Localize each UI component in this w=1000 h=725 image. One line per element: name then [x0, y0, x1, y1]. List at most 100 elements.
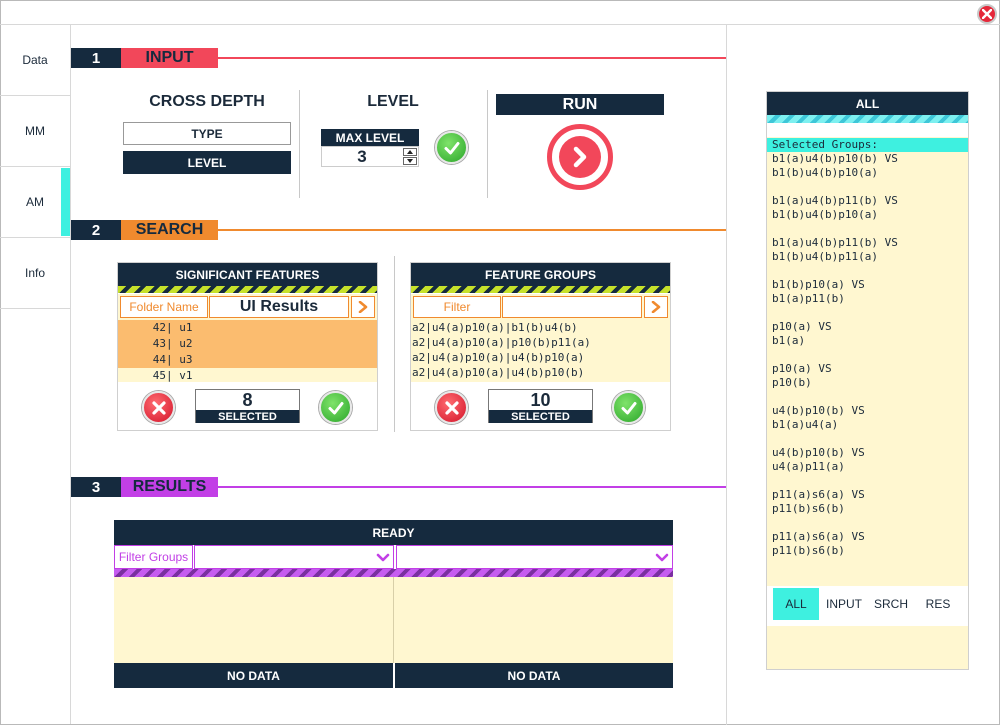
- log-entry: u4(b)p10(b) VS u4(a)p11(a): [772, 446, 967, 474]
- significant-features-panel: SIGNIFICANT FEATURES Folder Name UI Resu…: [117, 262, 378, 431]
- selected-counter: 8 SELECTED: [195, 389, 300, 423]
- max-level-label: MAX LEVEL: [321, 129, 419, 146]
- log-line: p10(a) VS: [772, 320, 832, 333]
- log-line: b1(b)u4(b)p11(a): [772, 250, 878, 263]
- section-search-header: 2 SEARCH: [71, 220, 726, 240]
- log-line: p11(a)s6(a) VS: [772, 530, 865, 543]
- feature-list[interactable]: 42| u1 43| u2 44| u3 45| v1: [118, 320, 377, 382]
- list-item[interactable]: a2|u4(a)p10(a)|u4(b)p10(a): [411, 350, 670, 365]
- confirm-level-button[interactable]: [435, 131, 468, 164]
- type-option[interactable]: TYPE: [123, 122, 291, 145]
- log-line: p11(b)s6(b): [772, 544, 845, 557]
- log-line: b1(a): [772, 334, 806, 347]
- sidebar-tab-label: Info: [24, 266, 45, 280]
- log-tab-all[interactable]: ALL: [773, 588, 819, 620]
- list-item[interactable]: 44| u3: [118, 352, 377, 368]
- no-data-right: NO DATA: [395, 663, 673, 688]
- log-line: p11(a)s6(a) VS: [772, 488, 865, 501]
- sidebar-tab-am[interactable]: AM: [0, 167, 70, 238]
- row-name: v1: [179, 369, 193, 382]
- max-level-stepper[interactable]: 3: [321, 146, 419, 167]
- results-area-left: [114, 577, 394, 663]
- filter-groups-select-left[interactable]: [194, 545, 394, 569]
- log-entry: b1(a)u4(b)p11(b) VS b1(b)u4(b)p10(a): [772, 194, 967, 222]
- log-line: b1(a)p11(b): [772, 292, 845, 305]
- log-line: u4(b)p10(b) VS: [772, 404, 865, 417]
- row-sep: |: [166, 337, 180, 350]
- clear-features-button[interactable]: [142, 391, 175, 424]
- check-icon: [328, 401, 343, 414]
- list-item[interactable]: a2|u4(a)p10(a)|b1(b)u4(b): [411, 320, 670, 335]
- log-tabs: ALL INPUT SRCH RES: [767, 586, 968, 626]
- row-number: 42: [152, 321, 166, 334]
- list-item[interactable]: 42| u1: [118, 320, 377, 336]
- section-number: 2: [71, 220, 121, 240]
- run-inner: [559, 136, 601, 178]
- log-entry: b1(a)u4(b)p10(b) VS b1(b)u4(b)p10(a): [772, 152, 967, 180]
- log-line: b1(a)u4(b)p11(b) VS: [772, 194, 898, 207]
- group-list[interactable]: a2|u4(a)p10(a)|b1(b)u4(b) a2|u4(a)p10(a)…: [411, 320, 670, 382]
- log-gap: [767, 123, 968, 137]
- log-tab-res[interactable]: RES: [915, 588, 961, 620]
- filter-groups-select-right[interactable]: [396, 545, 673, 569]
- panel-stripe: [118, 286, 377, 293]
- log-tab-srch[interactable]: SRCH: [868, 588, 914, 620]
- row-name: u3: [179, 353, 193, 366]
- sidebar-tab-info[interactable]: Info: [0, 238, 70, 309]
- filter-go-button[interactable]: [644, 296, 668, 318]
- active-tab-indicator: [61, 168, 70, 236]
- section-rule: [218, 57, 726, 59]
- log-line: b1(a)u4(a): [772, 418, 839, 431]
- chevron-right-icon: [573, 146, 587, 168]
- input-divider: [299, 90, 300, 198]
- sidebar-tab-label: MM: [25, 124, 45, 138]
- log-line: p10(b): [772, 376, 812, 389]
- log-entry: p10(a) VS p10(b): [772, 362, 967, 390]
- x-icon: [444, 400, 459, 415]
- confirm-features-button[interactable]: [319, 391, 352, 424]
- folder-go-button[interactable]: [351, 296, 375, 318]
- folder-name-input[interactable]: UI Results: [209, 296, 349, 318]
- list-item[interactable]: 43| u2: [118, 336, 377, 352]
- row-sep: |: [166, 369, 180, 382]
- panel-stripe: [411, 286, 670, 293]
- sidebar-tab-mm[interactable]: MM: [0, 96, 70, 167]
- chevron-right-icon: [651, 301, 661, 313]
- run-divider: [487, 90, 488, 198]
- level-option[interactable]: LEVEL: [123, 151, 291, 174]
- panel-title: SIGNIFICANT FEATURES: [118, 263, 377, 286]
- list-item[interactable]: a2|u4(a)p10(a)|p10(b)p11(a): [411, 335, 670, 350]
- stepper-down[interactable]: [403, 157, 417, 165]
- stepper-up[interactable]: [403, 148, 417, 156]
- folder-name-label: Folder Name: [120, 296, 208, 318]
- close-button[interactable]: [977, 4, 997, 24]
- list-item[interactable]: 45| v1: [118, 368, 377, 382]
- folder-row: Folder Name UI Results: [118, 294, 377, 320]
- close-icon: [982, 9, 992, 19]
- sidebar-tab-data[interactable]: Data: [0, 25, 70, 96]
- section-results-header: 3 RESULTS: [71, 477, 726, 497]
- sidebar-tab-label: Data: [22, 53, 48, 67]
- log-entry: b1(b)p10(a) VS b1(a)p11(b): [772, 278, 967, 306]
- log-line: b1(a)u4(b)p11(b) VS: [772, 236, 898, 249]
- list-item[interactable]: a2|u4(a)p10(a)|u4(b)p10(b): [411, 365, 670, 380]
- log-entry: p10(a) VS b1(a): [772, 320, 967, 348]
- log-tab-input[interactable]: INPUT: [821, 588, 867, 620]
- stepper-up-icon: [407, 150, 413, 154]
- row-number: 45: [152, 369, 166, 382]
- run-button[interactable]: [547, 124, 613, 190]
- main-divider: [726, 25, 727, 725]
- results-panel: READY Filter Groups NO DATA NO DATA: [114, 520, 673, 688]
- sidebar: Data MM AM Info: [0, 25, 71, 724]
- chevron-down-icon: [376, 553, 390, 562]
- confirm-groups-button[interactable]: [612, 391, 645, 424]
- panel-title: FEATURE GROUPS: [411, 263, 670, 286]
- section-title: RESULTS: [121, 477, 218, 497]
- level-title: LEVEL: [367, 93, 419, 110]
- selected-count: 8: [242, 389, 253, 410]
- title-bar-line: [0, 24, 1000, 25]
- filter-input[interactable]: [502, 296, 642, 318]
- x-icon: [151, 400, 166, 415]
- row-sep: |: [166, 353, 180, 366]
- clear-groups-button[interactable]: [435, 391, 468, 424]
